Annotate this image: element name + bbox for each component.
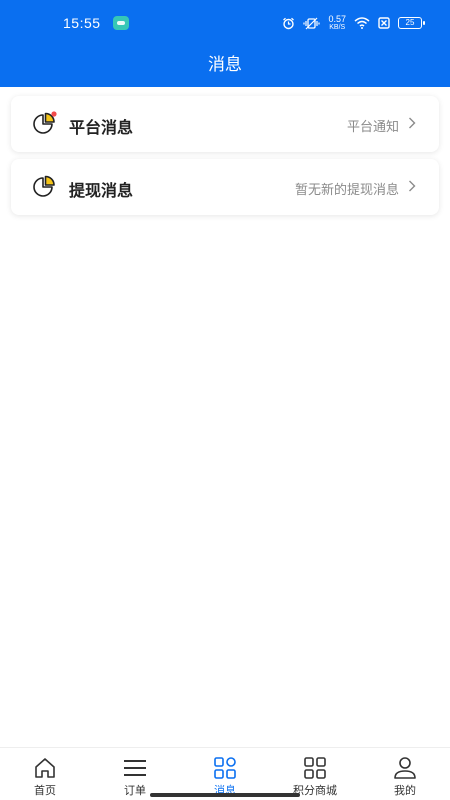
message-subtitle: 平台通知 (346, 120, 399, 135)
tab-profile[interactable]: 我的 (360, 748, 450, 800)
list-icon (124, 760, 146, 776)
network-speed-unit: KB/S (329, 24, 346, 31)
chevron-right-icon (409, 117, 416, 129)
status-time: 15:55 (63, 15, 101, 31)
pie-chart-icon (33, 111, 57, 134)
no-sim-icon (378, 17, 390, 29)
home-icon (35, 758, 55, 778)
message-subtitle: 暂无新的提现消息 (294, 183, 399, 198)
person-icon (394, 757, 416, 779)
vibrate-icon (303, 17, 321, 29)
status-bar: 15:55 0.57 KB/S 25 (0, 0, 450, 44)
chat-notification-icon (113, 16, 129, 30)
wifi-icon (354, 17, 370, 29)
unread-badge (51, 111, 57, 117)
message-list: 平台消息 平台通知 提现消息 暂无新的提现消息 (0, 87, 450, 747)
message-item-withdrawal[interactable]: 提现消息 暂无新的提现消息 (11, 159, 439, 215)
home-indicator[interactable] (150, 793, 300, 797)
page-title: 消息 (208, 55, 242, 75)
message-item-platform[interactable]: 平台消息 平台通知 (11, 96, 439, 152)
message-title: 提现消息 (69, 181, 134, 200)
alarm-icon (283, 17, 295, 29)
chevron-right-icon (409, 180, 416, 192)
network-speed-value: 0.57 (328, 14, 346, 24)
tab-home[interactable]: 首页 (0, 748, 90, 800)
tab-label: 首页 (34, 784, 56, 797)
status-icons: 0.57 KB/S 25 (282, 14, 425, 32)
grid-icon (214, 757, 236, 779)
pie-chart-icon (33, 175, 55, 197)
grid-icon (304, 757, 326, 779)
message-title: 平台消息 (69, 118, 134, 137)
network-speed: 0.57 KB/S (328, 14, 346, 32)
app-header: 15:55 0.57 KB/S 25 消息 (0, 0, 450, 87)
battery-icon: 25 (398, 17, 425, 29)
tab-label: 我的 (394, 784, 416, 797)
